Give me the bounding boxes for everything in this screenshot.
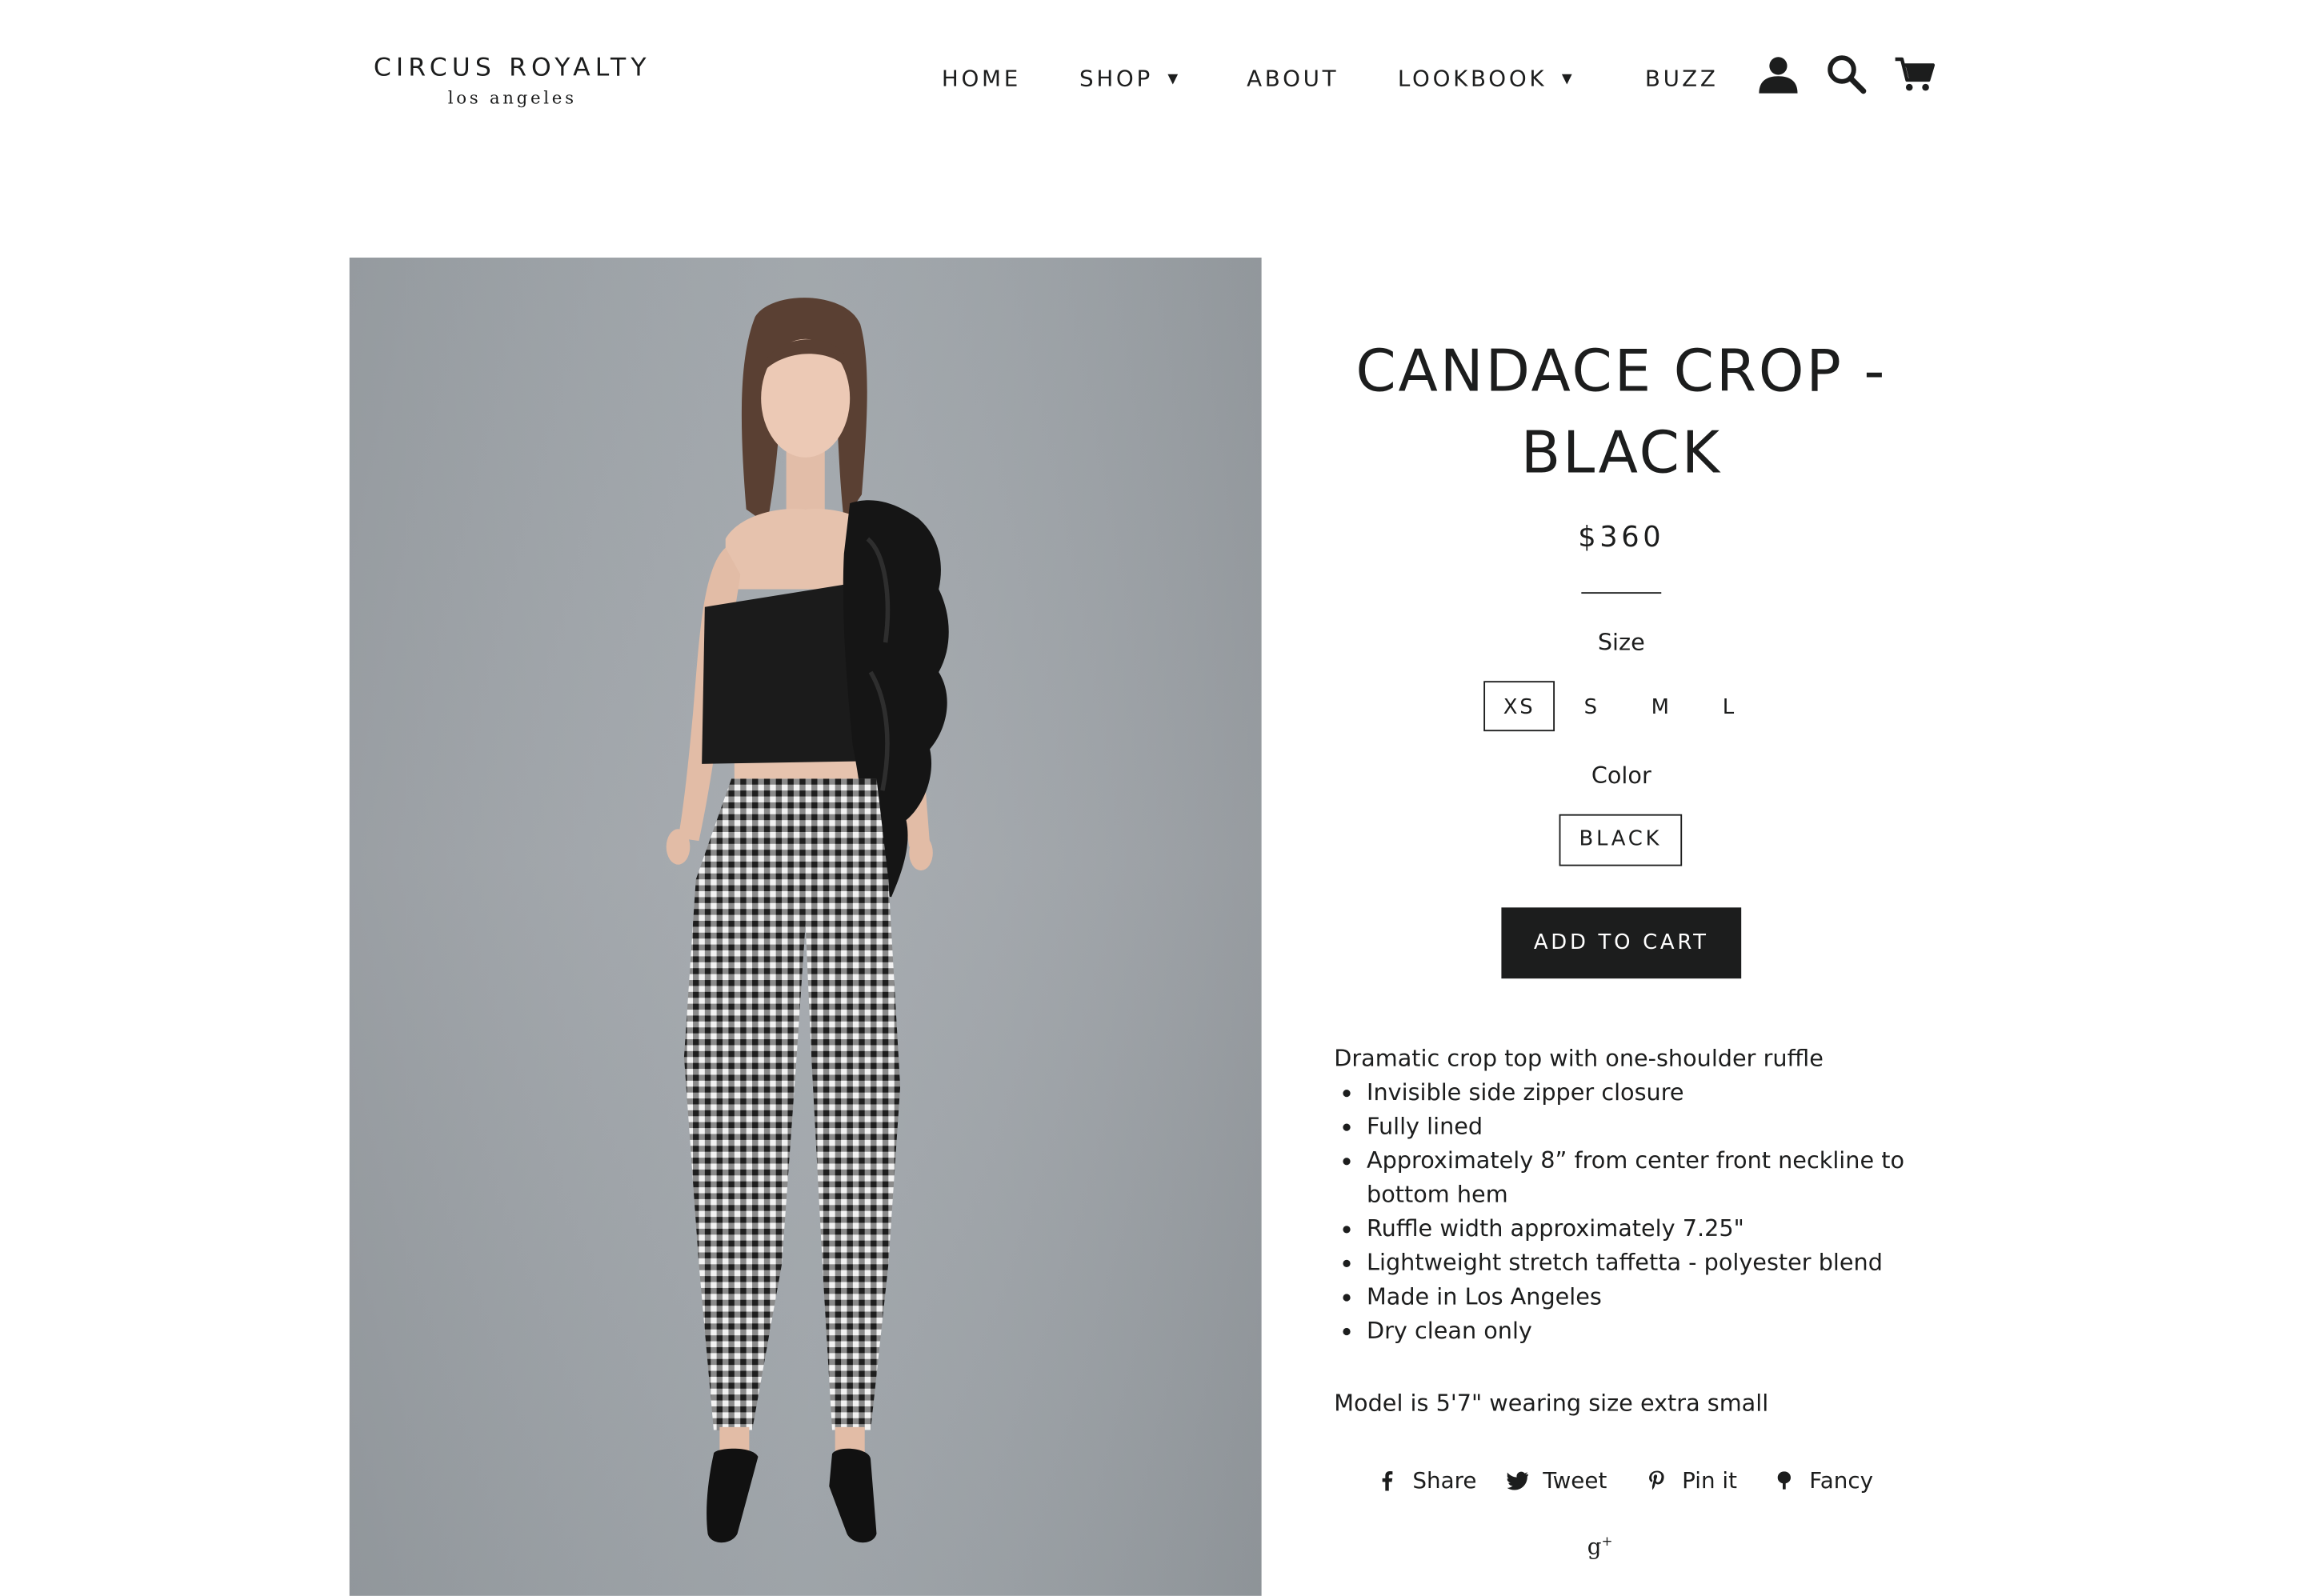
add-to-cart-button[interactable]: ADD TO CART	[1501, 907, 1742, 979]
chevron-down-icon: ▼	[1561, 72, 1572, 88]
facebook-icon	[1377, 1470, 1398, 1491]
nav-item-shop[interactable]: SHOP ▼	[1079, 62, 1178, 99]
size-option-m[interactable]: M	[1633, 681, 1689, 731]
size-option-xs[interactable]: XS	[1483, 681, 1555, 732]
model-illustration	[349, 257, 1262, 1596]
chevron-down-icon: ▼	[1167, 72, 1179, 88]
product-page: CIRCUS ROYALTY los angeles HOME SHOP ▼ AB…	[0, 0, 2298, 1596]
brand-logo[interactable]: CIRCUS ROYALTY los angeles	[350, 54, 675, 108]
nav-item-home[interactable]: HOME	[942, 62, 1021, 95]
google-plus-icon[interactable]: g+	[1587, 1530, 1614, 1560]
nav-item-shop-label: SHOP	[1079, 65, 1153, 92]
nav-item-buzz-label: BUZZ	[1644, 65, 1719, 92]
feature-list: Invisible side zipper closure Fully line…	[1334, 1076, 1914, 1348]
product-photo[interactable]	[349, 257, 1262, 1596]
size-selector: XS S M L	[1332, 681, 1910, 734]
share-pinterest-label: Pin it	[1682, 1466, 1738, 1494]
list-item: Made in Los Angeles	[1367, 1281, 1915, 1315]
fancy-icon	[1774, 1470, 1795, 1491]
list-item: Approximately 8” from center front neckl…	[1367, 1144, 1915, 1212]
share-fancy-button[interactable]: Fancy	[1774, 1462, 1873, 1498]
size-label: Size	[1597, 629, 1645, 656]
nav-item-lookbook[interactable]: LOOKBOOK ▼	[1398, 62, 1572, 99]
product-description: Dramatic crop top with one-shoulder ruff…	[1334, 1042, 1914, 1349]
list-item: Lightweight stretch taffetta - polyester…	[1367, 1246, 1915, 1281]
list-item: Dry clean only	[1367, 1314, 1915, 1349]
share-twitter-label: Tweet	[1543, 1466, 1607, 1494]
size-option-s[interactable]: S	[1565, 681, 1619, 731]
nav-item-lookbook-label: LOOKBOOK	[1397, 65, 1547, 92]
model-note: Model is 5'7" wearing size extra small	[1334, 1390, 1769, 1417]
account-icon[interactable]	[1758, 54, 1800, 95]
social-share: Share Tweet Pin it Fancy	[1332, 1462, 1910, 1498]
color-option-black[interactable]: BLACK	[1559, 814, 1683, 866]
list-item: Invisible side zipper closure	[1367, 1076, 1915, 1110]
share-facebook-button[interactable]: Share	[1377, 1462, 1477, 1498]
list-item: Fully lined	[1367, 1110, 1915, 1145]
share-fancy-label: Fancy	[1809, 1466, 1874, 1494]
brand-name: CIRCUS ROYALTY	[373, 53, 651, 83]
nav-item-about[interactable]: ABOUT	[1247, 62, 1339, 95]
description-intro: Dramatic crop top with one-shoulder ruff…	[1334, 1045, 1824, 1072]
nav-item-about-label: ABOUT	[1247, 65, 1339, 92]
brand-tagline: los angeles	[447, 87, 577, 109]
size-option-l[interactable]: L	[1703, 681, 1756, 731]
pinterest-icon	[1647, 1470, 1667, 1491]
share-twitter-button[interactable]: Tweet	[1507, 1462, 1607, 1498]
price-divider	[1581, 592, 1662, 594]
search-icon[interactable]	[1826, 54, 1868, 95]
product-price: $360	[1578, 521, 1665, 554]
cart-icon[interactable]	[1894, 54, 1936, 95]
twitter-icon	[1507, 1470, 1528, 1491]
product-title: CANDACE CROP - BLACK	[1355, 338, 1888, 487]
nav-item-home-label: HOME	[941, 65, 1021, 92]
share-pinterest-button[interactable]: Pin it	[1647, 1462, 1737, 1498]
list-item: Ruffle width approximately 7.25"	[1367, 1213, 1915, 1247]
nav-item-buzz[interactable]: BUZZ	[1645, 62, 1719, 95]
share-facebook-label: Share	[1412, 1466, 1477, 1494]
color-label: Color	[1591, 762, 1651, 790]
